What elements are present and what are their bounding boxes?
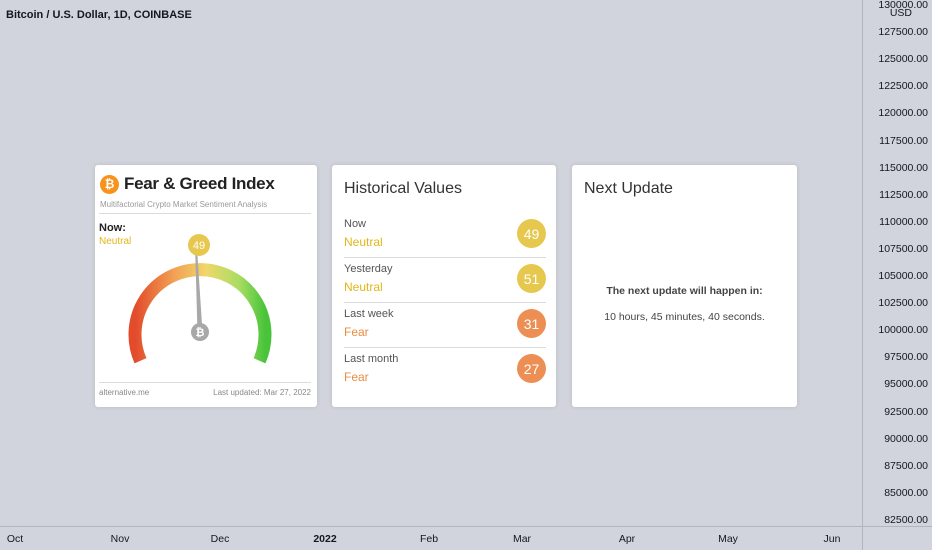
price-axis[interactable]: USD 130000.00 127500.00 125000.00 122500.00…	[862, 0, 932, 526]
historical-row-value-badge: 31	[517, 309, 546, 338]
price-axis-label: 92500.00	[884, 405, 928, 418]
historical-row-label: Yesterday	[344, 263, 393, 275]
historical-row: Last month Fear 27	[344, 348, 546, 393]
now-label: Now:	[99, 222, 126, 234]
chart-title: Bitcoin / U.S. Dollar, 1D, COINBASE	[6, 9, 192, 21]
price-axis-label: 112500.00	[879, 188, 928, 201]
price-axis-label: 127500.00	[878, 26, 928, 39]
price-axis-label: 87500.00	[884, 459, 928, 472]
time-axis-label: Nov	[110, 533, 130, 545]
next-update-message: The next update will happen in:	[606, 285, 763, 297]
price-axis-label: 120000.00	[878, 107, 928, 120]
price-axis-label: 105000.00	[878, 270, 928, 282]
price-axis-label: 110000.00	[879, 215, 928, 228]
price-axis-label: 122500.00	[878, 80, 928, 93]
price-axis-label: 100000.00	[878, 324, 928, 337]
historical-row: Yesterday Neutral 51	[344, 258, 546, 303]
price-axis-label: 115000.00	[879, 161, 928, 174]
next-update-card: Next Update The next update will happen …	[572, 165, 797, 407]
time-axis-label: May	[718, 533, 738, 545]
next-update-countdown: 10 hours, 45 minutes, 40 seconds.	[604, 311, 765, 323]
price-axis-label: 90000.00	[884, 432, 928, 445]
historical-row-label: Last week	[344, 308, 394, 320]
historical-values-card: Historical Values Now Neutral 49 Yesterday N…	[332, 165, 556, 407]
time-axis-label: 2022	[313, 533, 337, 545]
historical-row-label: Last month	[344, 353, 399, 365]
last-updated: Last updated: Mar 27, 2022	[213, 388, 311, 397]
gauge-hub-icon: ₿	[196, 327, 205, 339]
price-axis-label: 95000.00	[884, 378, 928, 391]
time-axis-label: Feb	[419, 533, 439, 545]
time-axis-label: Mar	[512, 533, 532, 545]
price-axis-label: 82500.00	[884, 513, 928, 526]
axis-corner	[862, 526, 932, 550]
historical-row-classification: Fear	[344, 325, 369, 339]
price-axis-label: 107500.00	[878, 242, 928, 255]
historical-row: Now Neutral 49	[344, 213, 546, 258]
time-axis[interactable]: Oct Nov Dec 2022 Feb Mar Apr May Jun	[0, 526, 862, 550]
historical-row-value-badge: 27	[517, 354, 546, 383]
bitcoin-logo-icon: ₿	[100, 174, 119, 194]
historical-row: Last week Fear 31	[344, 303, 546, 348]
historical-row-classification: Fear	[344, 370, 369, 384]
historical-row-value-badge: 49	[517, 219, 546, 248]
time-axis-label: Apr	[618, 533, 636, 545]
price-axis-label: 117500.00	[879, 134, 928, 147]
time-axis-label: Jun	[823, 533, 841, 545]
historical-row-classification: Neutral	[344, 280, 383, 294]
time-axis-label: Dec	[210, 533, 230, 545]
source-link[interactable]: alternative.me	[99, 388, 149, 397]
divider	[99, 213, 311, 214]
time-axis-label: Oct	[6, 533, 24, 545]
price-axis-label: 85000.00	[884, 486, 928, 499]
historical-row-classification: Neutral	[344, 235, 383, 249]
price-axis-label: 125000.00	[878, 53, 928, 66]
sentiment-gauge: ₿ 49	[128, 234, 272, 364]
price-axis-label: 102500.00	[878, 297, 928, 310]
fear-greed-title: Fear & Greed Index	[124, 174, 275, 193]
next-update-title: Next Update	[584, 180, 673, 197]
divider	[99, 382, 311, 383]
fear-greed-header: ₿ Fear & Greed Index	[100, 174, 275, 194]
gauge-value: 49	[193, 240, 205, 252]
historical-values-title: Historical Values	[344, 180, 462, 197]
fear-greed-card: ₿ Fear & Greed Index Multifactorial Cryp…	[95, 165, 317, 407]
historical-row-value-badge: 51	[517, 264, 546, 293]
price-axis-label: 97500.00	[884, 351, 928, 364]
fear-greed-subtitle: Multifactorial Crypto Market Sentiment A…	[100, 200, 268, 209]
historical-row-label: Now	[344, 218, 367, 230]
price-axis-label: 130000.00	[878, 0, 928, 11]
